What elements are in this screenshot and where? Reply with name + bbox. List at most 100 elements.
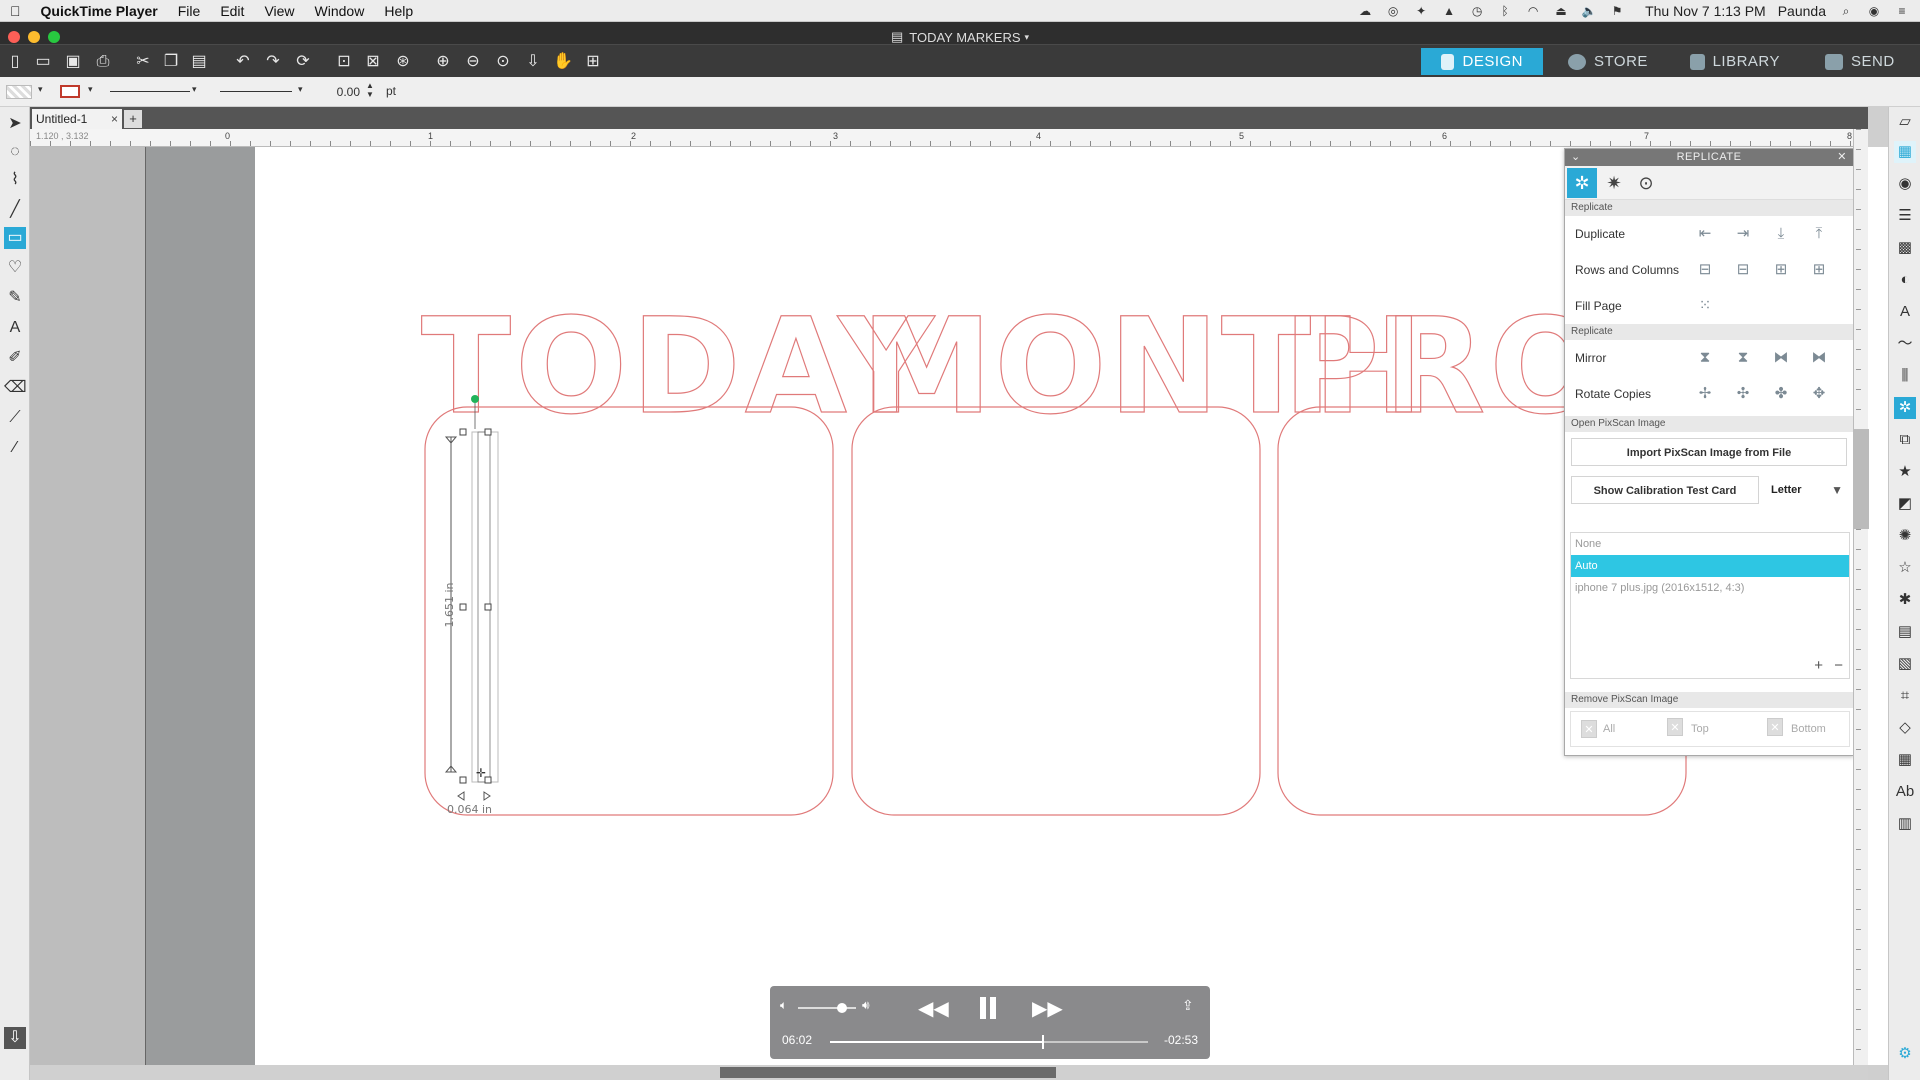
app-menu[interactable]: QuickTime Player xyxy=(31,3,168,19)
favorite-icon[interactable]: ☆ xyxy=(1894,557,1916,579)
volume-knob[interactable] xyxy=(836,1003,847,1013)
bluetooth-icon[interactable]: ᛒ xyxy=(1497,4,1513,18)
menu-window[interactable]: Window xyxy=(305,3,375,19)
user-name[interactable]: Paunda xyxy=(1778,3,1826,19)
chevron-down-icon[interactable]: ▾ xyxy=(1025,32,1030,43)
line-style-select[interactable] xyxy=(110,91,190,92)
resize-handle[interactable] xyxy=(459,776,467,784)
tab-store[interactable]: STORE xyxy=(1548,48,1668,75)
share-icon[interactable]: ⇪ xyxy=(1182,997,1194,1014)
close-panel-icon[interactable]: ✕ xyxy=(1837,149,1847,166)
knife-tool-icon[interactable]: ⟋ xyxy=(4,407,26,429)
pencil-tool-icon[interactable]: ✎ xyxy=(4,287,26,309)
scrubber-playhead[interactable] xyxy=(1042,1035,1045,1049)
resize-handle[interactable] xyxy=(484,428,492,436)
notification-center-icon[interactable]: ≡ xyxy=(1894,4,1910,18)
fit-page-icon[interactable]: ⊞ xyxy=(582,51,604,73)
save-icon[interactable]: ▣ xyxy=(62,51,84,73)
rotate-handle[interactable] xyxy=(471,395,479,403)
hatch-icon[interactable]: ▧ xyxy=(1894,653,1916,675)
tab-library[interactable]: LIBRARY xyxy=(1670,48,1800,75)
chevron-down-icon[interactable]: ▾ xyxy=(298,84,303,95)
add-image-icon[interactable]: + xyxy=(1814,657,1823,674)
rectangle-tool-icon[interactable]: ▭ xyxy=(4,227,26,249)
scrubber-track[interactable] xyxy=(830,1035,1148,1049)
columns-two-icon[interactable]: ⊞ xyxy=(1769,259,1793,281)
mirror-right-icon[interactable]: ⧓ xyxy=(1807,347,1831,369)
pixscan-image-list[interactable]: None Auto iphone 7 plus.jpg (2016x1512, … xyxy=(1570,532,1850,679)
list-item[interactable]: None xyxy=(1571,533,1849,555)
modify-icon[interactable]: ✱ xyxy=(1894,589,1916,611)
group-icon[interactable]: ⊡ xyxy=(333,51,355,73)
rotate-four-icon[interactable]: ✢ xyxy=(1693,383,1717,405)
clock-text[interactable]: Thu Nov 7 1:13 PM xyxy=(1645,3,1766,19)
download-icon[interactable]: ⇩ xyxy=(4,1027,26,1049)
apple-icon[interactable]:  xyxy=(0,3,31,19)
tab-design[interactable]: DESIGN xyxy=(1421,48,1543,75)
siri-icon[interactable]: ◉ xyxy=(1866,4,1882,18)
remove-top-icon[interactable]: ✕ xyxy=(1667,718,1683,736)
settings-icon[interactable]: ⚙ xyxy=(1894,1043,1916,1065)
warp-icon[interactable]: ◇ xyxy=(1894,717,1916,739)
horizontal-scrollbar[interactable] xyxy=(30,1065,1868,1080)
tab-send[interactable]: SEND xyxy=(1805,48,1920,75)
status-icon[interactable]: ✦ xyxy=(1413,4,1429,18)
fast-forward-button[interactable]: ▶▶ xyxy=(1032,996,1063,1021)
paste-icon[interactable]: ▤ xyxy=(188,51,210,73)
replicate-tab-icon[interactable]: ✲ xyxy=(1567,168,1597,198)
rotate-twelve-icon[interactable]: ✥ xyxy=(1807,383,1831,405)
sketch-icon[interactable]: 〜 xyxy=(1894,333,1916,355)
line-end-select[interactable] xyxy=(220,91,292,92)
spotlight-icon[interactable]: ⌕ xyxy=(1838,4,1854,18)
stroke-swatch[interactable] xyxy=(60,85,80,98)
duplicate-below-icon[interactable]: ⤓ xyxy=(1769,223,1793,245)
undo-icon[interactable]: ↶ xyxy=(232,51,254,73)
document-tab[interactable]: Untitled-1 × xyxy=(32,109,122,129)
text-style-icon[interactable]: A xyxy=(1894,301,1916,323)
rows-three-icon[interactable]: ⊟ xyxy=(1731,259,1755,281)
transform-icon[interactable]: ⧉ xyxy=(1894,429,1916,451)
minimize-window-button[interactable] xyxy=(28,31,40,43)
layers-icon[interactable]: ▤ xyxy=(1894,621,1916,643)
duplicate-above-icon[interactable]: ⤒ xyxy=(1807,223,1831,245)
line-tool-icon[interactable]: ╱ xyxy=(4,199,26,221)
marker-box-month[interactable] xyxy=(851,406,1261,816)
line-width-stepper[interactable]: ▲ ▼ xyxy=(366,81,374,99)
time-machine-icon[interactable]: ◷ xyxy=(1469,4,1485,18)
select-tool-icon[interactable]: ➤ xyxy=(4,113,26,135)
shape-tool-icon[interactable]: ♡ xyxy=(4,257,26,279)
menu-edit[interactable]: Edit xyxy=(210,3,254,19)
duplicate-left-icon[interactable]: ⇤ xyxy=(1693,223,1717,245)
pause-button[interactable] xyxy=(976,996,1000,1020)
list-item[interactable]: iphone 7 plus.jpg (2016x1512, 4:3) xyxy=(1571,577,1849,599)
columns-three-icon[interactable]: ⊞ xyxy=(1807,259,1831,281)
chevron-down-icon[interactable]: ▾ xyxy=(38,84,43,95)
zoom-in-icon[interactable]: ⊕ xyxy=(432,51,454,73)
fill-panel-icon[interactable]: ◉ xyxy=(1894,173,1916,195)
creative-cloud-icon[interactable]: ☁ xyxy=(1357,4,1373,18)
paper-size-select[interactable]: Letter ▼ xyxy=(1765,476,1847,504)
pixscan-tab-icon[interactable]: ⊙ xyxy=(1631,168,1661,198)
remove-all-icon[interactable]: ✕ xyxy=(1581,720,1597,738)
volume-low-icon[interactable]: 🔈︎ xyxy=(780,998,787,1013)
lasso-tool-icon[interactable]: ◌ xyxy=(4,141,26,163)
texture-icon[interactable]: ▩ xyxy=(1894,237,1916,259)
import-pixscan-button[interactable]: Import PixScan Image from File xyxy=(1571,438,1847,466)
drive-icon[interactable]: ▲ xyxy=(1441,4,1457,18)
resize-handle[interactable] xyxy=(459,428,467,436)
offset-icon[interactable]: ✺ xyxy=(1894,525,1916,547)
mirror-above-icon[interactable]: ⧗ xyxy=(1731,347,1755,369)
edit-points-tool-icon[interactable]: ⌇ xyxy=(4,169,26,191)
eraser-tool-icon[interactable]: ⌫ xyxy=(4,377,27,399)
wifi-icon[interactable]: ◠ xyxy=(1525,4,1541,18)
remove-top-label[interactable]: Top xyxy=(1691,723,1709,735)
draw-tool-icon[interactable]: ✐ xyxy=(4,347,26,369)
menu-view[interactable]: View xyxy=(254,3,304,19)
text-tool-icon[interactable]: A xyxy=(4,317,26,339)
text-to-path-icon[interactable]: Ab xyxy=(1894,781,1916,803)
close-tab-icon[interactable]: × xyxy=(111,109,118,129)
resize-handle[interactable] xyxy=(459,603,467,611)
copy-icon[interactable]: ❐ xyxy=(160,51,182,73)
horizontal-scroll-thumb[interactable] xyxy=(720,1067,1056,1078)
resize-handle[interactable] xyxy=(484,603,492,611)
